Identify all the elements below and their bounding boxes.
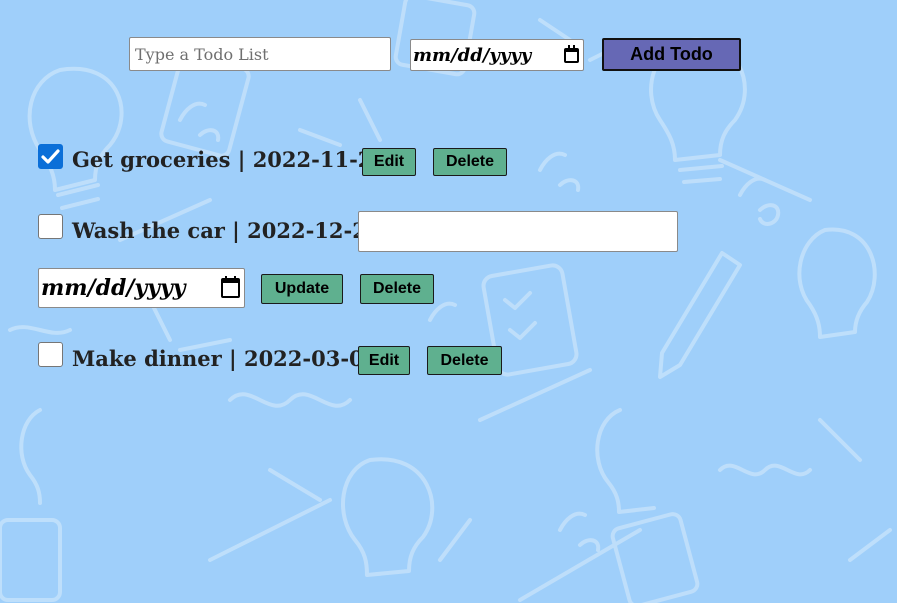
edit-todo-text-input[interactable] <box>358 211 678 252</box>
edit-todo-date-input[interactable]: mm/dd/yyyy <box>38 268 245 308</box>
update-button-wash-car[interactable]: Update <box>261 274 343 304</box>
date-placeholder: mm/dd/yyyy <box>413 44 532 66</box>
todo-text-input[interactable] <box>129 37 391 71</box>
todo-checkbox-dinner[interactable] <box>38 342 63 367</box>
delete-button-groceries[interactable]: Delete <box>433 148 507 176</box>
todo-label-dinner: Make dinner | 2022-03-04 <box>72 346 379 371</box>
edit-button-dinner[interactable]: Edit <box>358 346 410 375</box>
add-todo-button[interactable]: Add Todo <box>602 38 741 71</box>
date-placeholder: mm/dd/yyyy <box>41 275 186 301</box>
calendar-icon[interactable] <box>564 44 579 63</box>
checkmark-icon <box>41 149 60 164</box>
calendar-icon[interactable] <box>221 276 240 298</box>
todo-label-groceries: Get groceries | 2022-11-24 <box>72 147 388 172</box>
delete-button-dinner[interactable]: Delete <box>427 346 502 375</box>
todo-checkbox-groceries[interactable] <box>38 144 63 169</box>
todo-label-wash-car: Wash the car | 2022-12-21 <box>72 218 382 243</box>
edit-button-groceries[interactable]: Edit <box>362 148 416 176</box>
delete-button-wash-car[interactable]: Delete <box>360 274 434 304</box>
todo-checkbox-wash-car[interactable] <box>38 214 63 239</box>
todo-date-input[interactable]: mm/dd/yyyy <box>410 39 584 71</box>
